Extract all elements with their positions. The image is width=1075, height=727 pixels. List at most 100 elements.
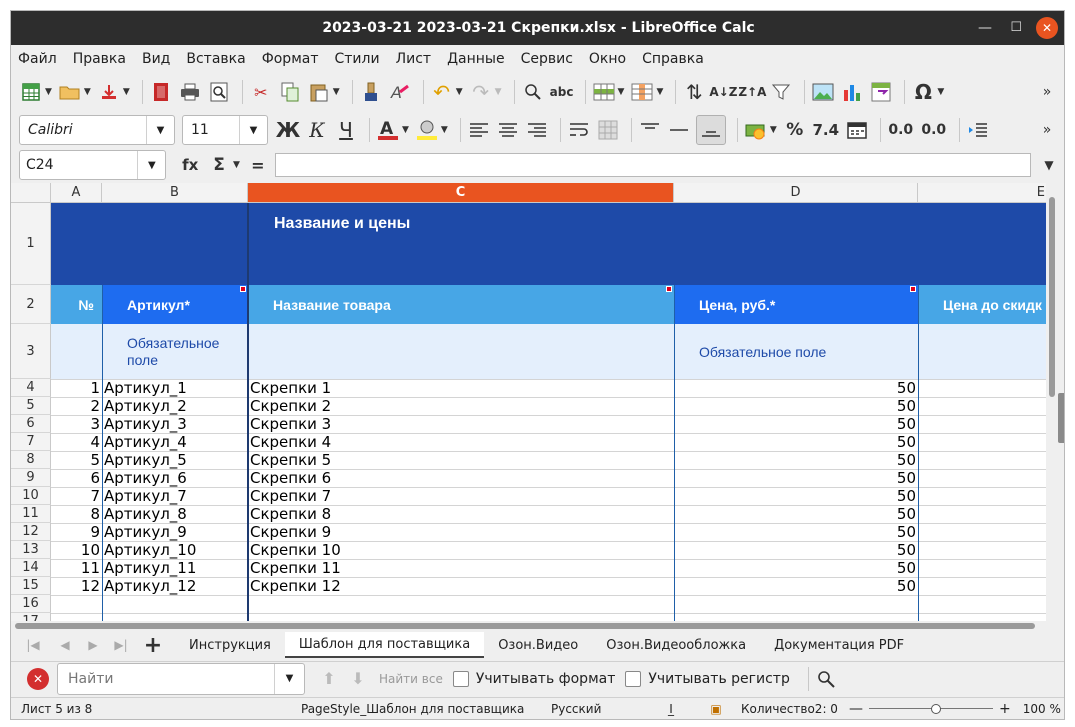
find-previous-icon[interactable]: ⬆: [317, 667, 341, 691]
cell-price[interactable]: 50: [674, 577, 918, 595]
align-top-icon[interactable]: [638, 118, 662, 142]
insert-chart-icon[interactable]: [840, 80, 864, 104]
print-icon[interactable]: [178, 80, 202, 104]
cell-number[interactable]: 12: [51, 577, 102, 595]
insert-image-icon[interactable]: [811, 80, 835, 104]
zoom-level[interactable]: 100 %: [1023, 702, 1061, 716]
sort-ascending-icon[interactable]: A↓Z: [709, 80, 737, 104]
paste-dropdown-icon[interactable]: ▼: [333, 87, 340, 97]
sheet-title-banner[interactable]: Название и цены: [51, 203, 1046, 285]
new-spreadsheet-icon[interactable]: [19, 80, 43, 104]
align-middle-icon[interactable]: [667, 118, 691, 142]
select-all-corner[interactable]: [11, 183, 51, 203]
name-box[interactable]: C24 ▼: [19, 150, 167, 180]
row-header-17[interactable]: 17: [11, 613, 51, 621]
cell-name[interactable]: Скрепки 7: [248, 487, 674, 505]
copy-icon[interactable]: [278, 80, 302, 104]
bold-button[interactable]: Ж: [276, 118, 300, 142]
header-cell-name[interactable]: Название товара: [248, 285, 674, 324]
sidebar-toggle-handle[interactable]: [1058, 393, 1064, 443]
sum-dropdown-icon[interactable]: ▼: [233, 160, 240, 170]
percent-button[interactable]: %: [783, 118, 807, 142]
cell-sku[interactable]: Артикул_5: [102, 451, 248, 469]
col-header-c[interactable]: C: [248, 183, 674, 203]
find-history-dropdown-icon[interactable]: ▼: [274, 663, 304, 694]
cell-sku[interactable]: Артикул_7: [102, 487, 248, 505]
save-dropdown-icon[interactable]: ▼: [123, 87, 130, 97]
cell-sku[interactable]: Артикул_11: [102, 559, 248, 577]
find-next-icon[interactable]: ⬇: [346, 667, 370, 691]
align-center-icon[interactable]: [496, 118, 520, 142]
menu-styles[interactable]: Стили: [335, 51, 380, 67]
font-name-dropdown-icon[interactable]: ▼: [146, 116, 174, 144]
row-header-15[interactable]: 15: [11, 577, 51, 595]
cell-number[interactable]: 8: [51, 505, 102, 523]
menu-view[interactable]: Вид: [142, 51, 170, 67]
highlight-dropdown-icon[interactable]: ▼: [441, 125, 448, 135]
cell-sku[interactable]: Артикул_12: [102, 577, 248, 595]
zoom-out-icon[interactable]: —: [849, 701, 863, 717]
header-cell-number[interactable]: №: [51, 285, 102, 324]
col-header-e[interactable]: E: [918, 183, 1046, 203]
last-sheet-icon[interactable]: ▶|: [109, 633, 133, 657]
close-window-button[interactable]: ✕: [1036, 17, 1058, 39]
cell-sku[interactable]: Артикул_9: [102, 523, 248, 541]
currency-dropdown-icon[interactable]: ▼: [770, 125, 777, 135]
header-cell-price[interactable]: Цена, руб.*: [674, 285, 918, 324]
cell-sku[interactable]: Артикул_6: [102, 469, 248, 487]
clear-formatting-icon[interactable]: A: [388, 80, 412, 104]
export-pdf-icon[interactable]: [149, 80, 173, 104]
menu-format[interactable]: Формат: [262, 51, 319, 67]
row-header-11[interactable]: 11: [11, 505, 51, 523]
cell-sku[interactable]: Артикул_2: [102, 397, 248, 415]
hint-cell-sku[interactable]: Обязательное поле: [102, 324, 248, 379]
cell-sku[interactable]: Артикул_3: [102, 415, 248, 433]
pivot-table-icon[interactable]: [869, 80, 893, 104]
menu-help[interactable]: Справка: [642, 51, 704, 67]
cell-price[interactable]: 50: [674, 397, 918, 415]
cell-price[interactable]: 50: [674, 505, 918, 523]
remove-decimal-button[interactable]: 0.0: [920, 118, 948, 142]
insert-mode-icon[interactable]: I̲: [651, 702, 691, 716]
cell-number[interactable]: 5: [51, 451, 102, 469]
expand-formula-icon[interactable]: ▼: [1037, 153, 1061, 177]
horizontal-scroll-thumb[interactable]: [15, 623, 1035, 629]
minimize-icon[interactable]: —: [978, 20, 992, 36]
formula-input[interactable]: [274, 153, 1032, 177]
cell-price[interactable]: 50: [674, 541, 918, 559]
highlight-color-icon[interactable]: [415, 118, 439, 142]
cell-price[interactable]: 50: [674, 433, 918, 451]
row-header-7[interactable]: 7: [11, 433, 51, 451]
align-left-icon[interactable]: [467, 118, 491, 142]
sheet-tab[interactable]: Озон.Видеообложка: [592, 632, 760, 658]
maximize-icon[interactable]: ☐: [1010, 20, 1022, 35]
cell-name[interactable]: Скрепки 12: [248, 577, 674, 595]
open-dropdown-icon[interactable]: ▼: [84, 87, 91, 97]
find-replace-dialog-icon[interactable]: [815, 667, 839, 691]
row-header-16[interactable]: 16: [11, 595, 51, 613]
close-find-icon[interactable]: ✕: [27, 667, 49, 690]
find-replace-icon[interactable]: [521, 80, 545, 104]
sheet-tab[interactable]: Документация PDF: [760, 632, 918, 658]
horizontal-scrollbar[interactable]: [11, 621, 1046, 631]
paste-icon[interactable]: [307, 80, 331, 104]
row-header-8[interactable]: 8: [11, 451, 51, 469]
document-modified-icon[interactable]: ▣: [691, 702, 741, 716]
cell-number[interactable]: 4: [51, 433, 102, 451]
cell-sku[interactable]: Артикул_1: [102, 379, 248, 397]
increase-indent-icon[interactable]: [966, 118, 990, 142]
cell-name[interactable]: Скрепки 11: [248, 559, 674, 577]
header-cell-sku[interactable]: Артикул*: [102, 285, 248, 324]
status-language[interactable]: Русский: [531, 702, 651, 716]
undo-dropdown-icon[interactable]: ▼: [456, 87, 463, 97]
special-character-dropdown-icon[interactable]: ▼: [937, 87, 944, 97]
row-header-5[interactable]: 5: [11, 397, 51, 415]
formula-equals-button[interactable]: =: [246, 153, 270, 177]
name-box-dropdown-icon[interactable]: ▼: [137, 151, 165, 179]
cell-name[interactable]: Скрепки 1: [248, 379, 674, 397]
font-size-combo[interactable]: 11 ▼: [182, 115, 268, 145]
row-header-4[interactable]: 4: [11, 379, 51, 397]
menu-tools[interactable]: Сервис: [521, 51, 573, 67]
cell-name[interactable]: Скрепки 3: [248, 415, 674, 433]
col-header-a[interactable]: A: [51, 183, 102, 203]
